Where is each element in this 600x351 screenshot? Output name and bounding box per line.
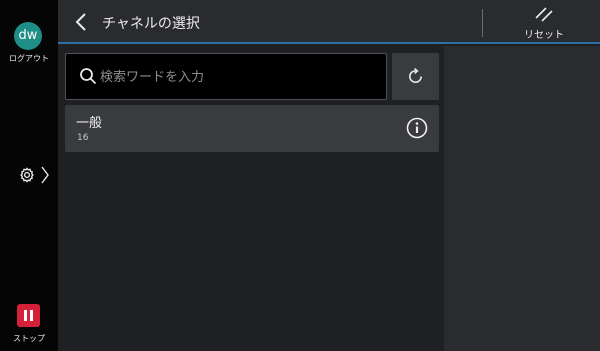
refresh-button[interactable] bbox=[392, 53, 439, 100]
search-box[interactable] bbox=[65, 53, 387, 100]
detail-pane bbox=[444, 46, 600, 351]
side-rail: dw ログアウト ストップ bbox=[0, 0, 58, 351]
channel-count: 16 bbox=[77, 133, 89, 143]
channel-list-panel: 一般 16 bbox=[58, 46, 444, 351]
back-chevron-icon[interactable] bbox=[74, 12, 88, 32]
reset-label: リセット bbox=[524, 30, 564, 41]
pause-bar-icon bbox=[24, 310, 27, 321]
settings-button[interactable] bbox=[18, 163, 56, 187]
pause-bar-icon bbox=[30, 310, 33, 321]
gear-icon bbox=[20, 167, 34, 183]
reset-button[interactable]: リセット bbox=[514, 6, 574, 42]
header-accent-line bbox=[58, 42, 600, 44]
search-input[interactable] bbox=[100, 64, 380, 90]
logout-label[interactable]: ログアウト bbox=[0, 53, 58, 64]
reset-slash-icon bbox=[535, 7, 553, 22]
search-icon bbox=[80, 68, 97, 85]
channel-name: 一般 bbox=[76, 116, 103, 131]
info-icon[interactable] bbox=[406, 117, 428, 139]
stop-button[interactable] bbox=[17, 304, 40, 327]
header-bar: チャネルの選択 リセット bbox=[58, 0, 600, 44]
page-title: チャネルの選択 bbox=[102, 16, 200, 32]
header-divider bbox=[482, 9, 483, 37]
channel-list-item[interactable]: 一般 16 bbox=[65, 105, 439, 152]
user-avatar[interactable]: dw bbox=[14, 22, 42, 50]
chevron-right-icon bbox=[41, 166, 49, 184]
stop-label[interactable]: ストップ bbox=[0, 333, 58, 344]
refresh-icon bbox=[409, 67, 422, 83]
